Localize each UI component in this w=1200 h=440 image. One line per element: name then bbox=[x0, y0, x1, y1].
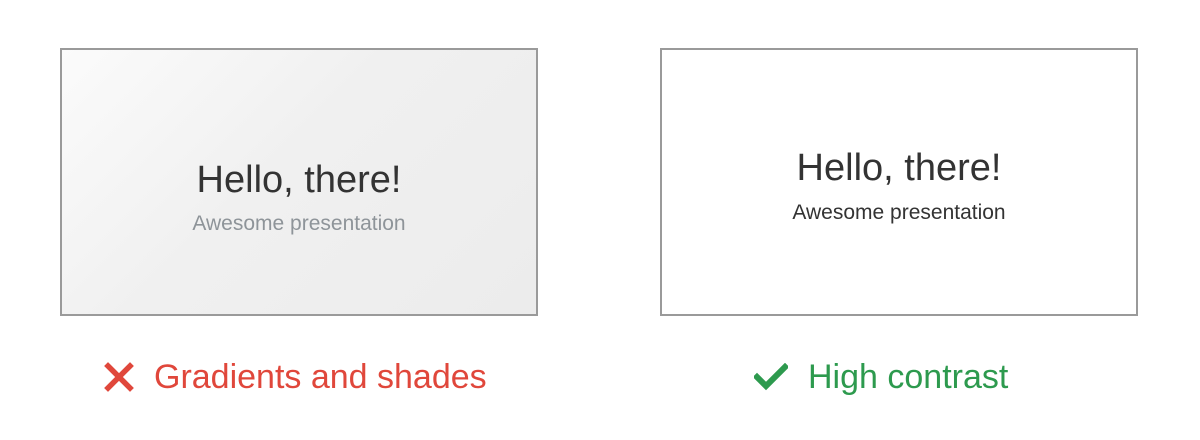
caption-label: High contrast bbox=[808, 358, 1009, 396]
cross-icon bbox=[104, 362, 134, 392]
caption-label: Gradients and shades bbox=[154, 358, 487, 396]
checkmark-icon bbox=[754, 363, 788, 391]
slide-title: Hello, there! bbox=[196, 159, 402, 201]
bad-example-caption: Gradients and shades bbox=[104, 355, 487, 399]
low-contrast-slide-example: Hello, there! Awesome presentation bbox=[60, 48, 538, 316]
good-example-caption: High contrast bbox=[754, 355, 1008, 399]
slide-subtitle: Awesome presentation bbox=[792, 201, 1006, 224]
slide-title: Hello, there! bbox=[796, 147, 1002, 189]
slide-subtitle: Awesome presentation bbox=[192, 212, 406, 235]
comparison-illustration: Hello, there! Awesome presentation Hello… bbox=[0, 0, 1200, 440]
high-contrast-slide-example: Hello, there! Awesome presentation bbox=[660, 48, 1138, 316]
